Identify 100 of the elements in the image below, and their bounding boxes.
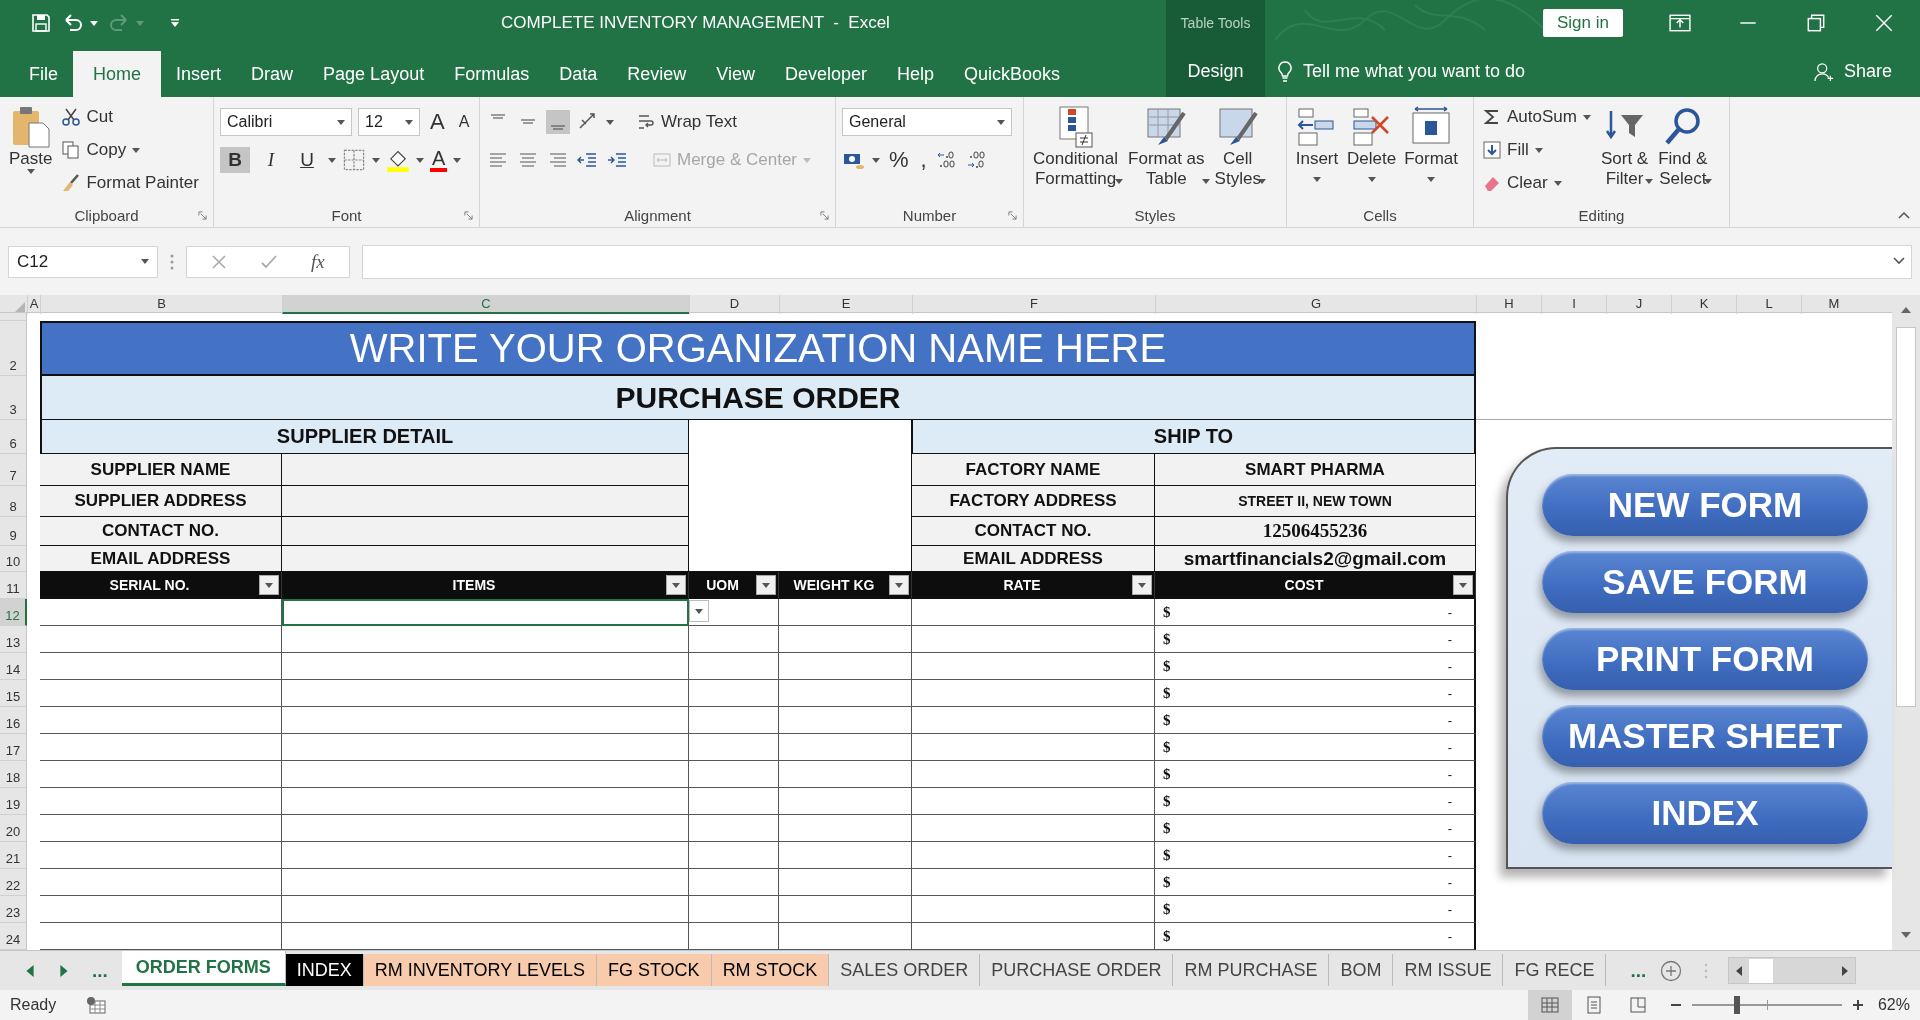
macro-recording-icon[interactable] <box>86 996 107 1014</box>
cost-cell[interactable]: $ - <box>1155 896 1476 923</box>
italic-button[interactable]: I <box>256 147 286 173</box>
field-value[interactable] <box>282 546 689 572</box>
sheet-tab[interactable]: RM PURCHASE <box>1173 954 1330 986</box>
horizontal-scrollbar[interactable] <box>1728 957 1857 984</box>
row-header[interactable]: 7 <box>0 454 27 486</box>
dropdown-button[interactable] <box>689 600 709 622</box>
filter-button[interactable] <box>756 575 776 595</box>
row-header[interactable]: 24 <box>0 923 27 950</box>
zoom-slider[interactable] <box>1691 996 1842 1014</box>
percent-style-button[interactable]: % <box>886 147 912 173</box>
font-name-field[interactable]: Calibri <box>220 108 352 136</box>
table-cell[interactable] <box>689 923 779 950</box>
table-cell[interactable] <box>40 869 282 896</box>
row-header[interactable]: 20 <box>0 815 27 842</box>
field-value[interactable]: STREET II, NEW TOWN <box>1155 486 1476 517</box>
row-header[interactable]: 19 <box>0 788 27 815</box>
ribbon-tab[interactable]: Help <box>882 51 950 97</box>
cost-cell[interactable]: $ - <box>1155 707 1476 734</box>
dialog-launcher-icon[interactable] <box>820 211 829 220</box>
table-cell[interactable] <box>779 653 912 680</box>
table-cell[interactable] <box>779 896 912 923</box>
column-header[interactable]: L <box>1736 295 1801 314</box>
row-header[interactable]: 12 <box>0 599 27 626</box>
autosum-button[interactable]: AutoSum <box>1480 103 1594 131</box>
table-cell[interactable] <box>282 707 689 734</box>
column-header[interactable]: G <box>1155 295 1476 314</box>
borders-icon[interactable] <box>342 148 366 172</box>
cost-cell[interactable]: $ - <box>1155 734 1476 761</box>
sheet-tab[interactable]: FG RECE <box>1503 954 1607 986</box>
table-cell[interactable] <box>912 788 1155 815</box>
row-header[interactable]: 21 <box>0 842 27 869</box>
row-header[interactable]: 16 <box>0 707 27 734</box>
checkmark-icon[interactable] <box>261 253 277 270</box>
customize-icon[interactable] <box>170 19 180 27</box>
find-select-button[interactable]: Find & Select <box>1655 103 1711 191</box>
table-cell[interactable] <box>689 680 779 707</box>
sort-filter-button[interactable]: Sort & Filter <box>1597 103 1652 191</box>
sheet-tab[interactable]: PURCHASE ORDER <box>980 954 1174 986</box>
table-cell[interactable] <box>912 761 1155 788</box>
row-header[interactable]: 10 <box>0 546 27 572</box>
restore-icon[interactable] <box>1805 14 1827 32</box>
font-size-field[interactable]: 12 <box>358 108 420 136</box>
styles-button[interactable]: Conditional Formatting <box>1030 103 1122 191</box>
row-header[interactable]: 22 <box>0 869 27 896</box>
table-cell[interactable] <box>912 842 1155 869</box>
name-box[interactable]: C12 <box>8 245 158 278</box>
table-cell[interactable] <box>779 599 912 626</box>
normal-view-button[interactable] <box>1527 990 1572 1020</box>
cost-cell[interactable]: $ - <box>1155 842 1476 869</box>
caret-icon[interactable] <box>337 119 345 125</box>
expand-icon[interactable] <box>1893 256 1905 265</box>
table-cell[interactable] <box>282 842 689 869</box>
table-cell[interactable] <box>689 599 779 626</box>
column-header[interactable]: I <box>1541 295 1606 314</box>
previous-sheet-icon[interactable] <box>26 964 34 977</box>
caret-icon[interactable] <box>90 20 98 26</box>
table-cell[interactable] <box>282 896 689 923</box>
macro-button[interactable]: SAVE FORM <box>1542 551 1868 613</box>
table-cell[interactable] <box>282 869 689 896</box>
dialog-launcher-icon[interactable] <box>1008 211 1017 220</box>
macro-button[interactable]: PRINT FORM <box>1542 628 1868 690</box>
comma-style-button[interactable]: , <box>917 147 930 173</box>
lightbulb-icon[interactable] <box>1275 60 1295 83</box>
insert-function-button[interactable]: fx <box>311 250 325 273</box>
bold-button[interactable]: B <box>220 147 250 173</box>
ribbon-tab[interactable]: Formulas <box>439 51 545 97</box>
table-cell[interactable] <box>912 653 1155 680</box>
table-cell[interactable] <box>912 626 1155 653</box>
column-header[interactable]: H <box>1476 295 1541 314</box>
more-sheets-button[interactable]: ... <box>92 959 108 982</box>
sheet-tab[interactable]: RM INVENTORY LEVELS <box>363 954 597 986</box>
table-cell[interactable] <box>282 923 689 950</box>
column-header[interactable]: E <box>779 295 912 314</box>
field-value[interactable]: SMART PHARMA <box>1155 454 1476 486</box>
cells-button[interactable]: Insert <box>1293 103 1341 184</box>
table-cell[interactable] <box>689 896 779 923</box>
macro-button[interactable]: INDEX <box>1542 782 1868 844</box>
ribbon-tab[interactable]: Design <box>1166 46 1265 97</box>
row-header[interactable]: 2 <box>0 321 27 376</box>
sheet-tab[interactable]: BOM <box>1329 954 1394 986</box>
table-cell[interactable] <box>912 707 1155 734</box>
ribbon-tab[interactable]: QuickBooks <box>949 51 1076 97</box>
number-format-field[interactable]: General <box>842 108 1012 136</box>
table-cell[interactable] <box>282 815 689 842</box>
table-cell[interactable] <box>912 734 1155 761</box>
caret-icon[interactable] <box>405 119 413 125</box>
scroll-down-icon[interactable] <box>1901 932 1911 938</box>
row-header[interactable]: 9 <box>0 517 27 546</box>
cost-cell[interactable]: $ - <box>1155 653 1476 680</box>
row-header[interactable]: 15 <box>0 680 27 707</box>
ribbon-tab[interactable]: Home <box>73 51 162 97</box>
styles-button[interactable]: Format as Table <box>1125 103 1208 191</box>
cost-cell[interactable]: $ - <box>1155 869 1476 896</box>
zoom-in-icon[interactable] <box>1851 999 1864 1011</box>
column-header[interactable]: M <box>1801 295 1866 314</box>
dialog-launcher-icon[interactable] <box>464 211 473 220</box>
ribbon-tab[interactable]: Data <box>544 51 613 97</box>
table-cell[interactable] <box>282 653 689 680</box>
